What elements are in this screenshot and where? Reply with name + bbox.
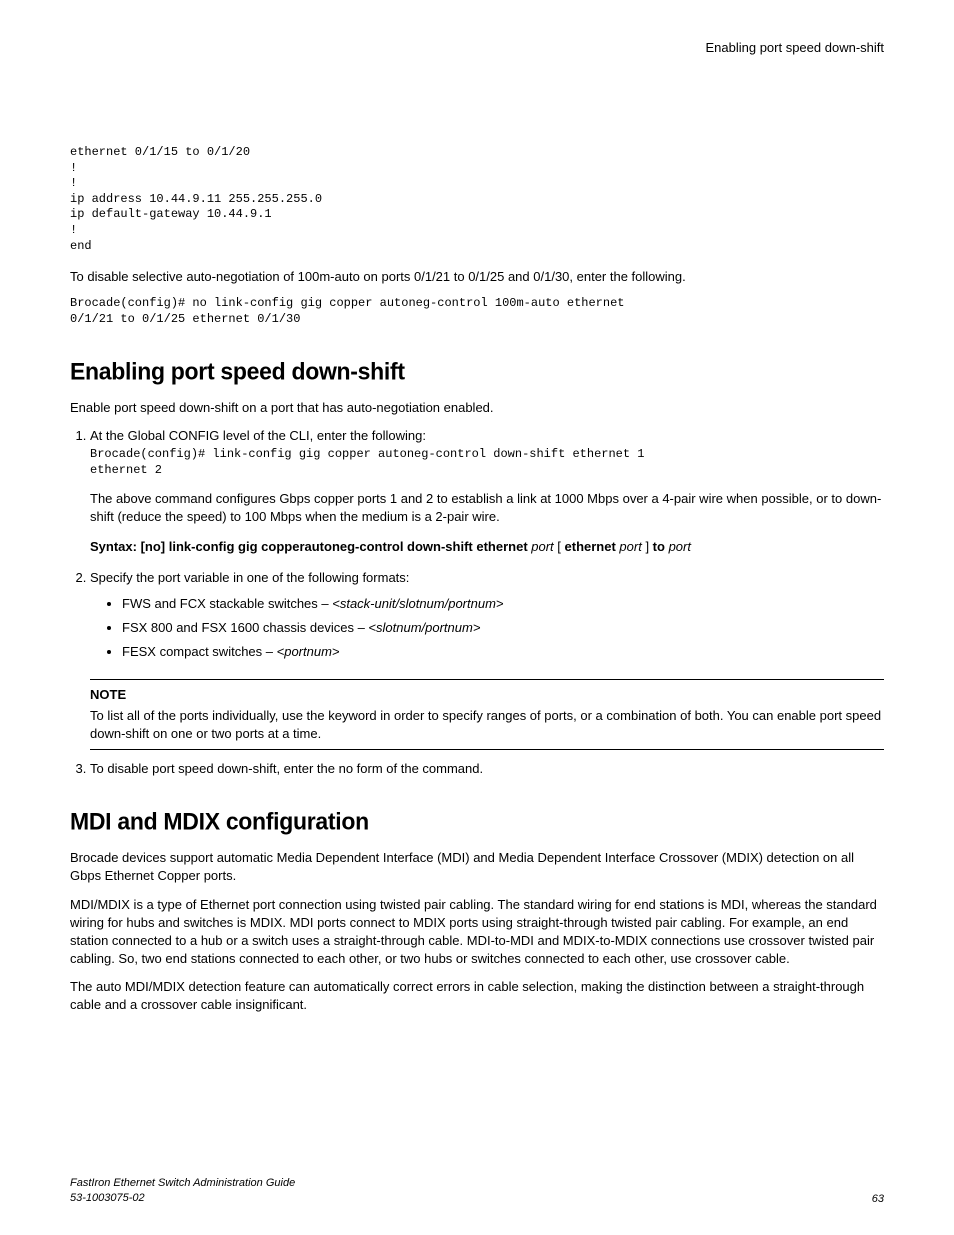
bullet-0-prefix: FWS and FCX stackable switches – (122, 596, 332, 611)
section2-para2: MDI/MDIX is a type of Ethernet port conn… (70, 896, 884, 969)
step-2: Specify the port variable in one of the … (90, 569, 884, 750)
syntax-ethernet: ethernet (565, 539, 620, 554)
note-label: NOTE (90, 686, 884, 704)
bullet-1: FSX 800 and FSX 1600 chassis devices – <… (122, 619, 884, 637)
heading-mdi-mdix: MDI and MDIX configuration (70, 807, 884, 835)
step-1: At the Global CONFIG level of the CLI, e… (90, 427, 884, 557)
bullet-0: FWS and FCX stackable switches – <stack-… (122, 595, 884, 613)
section1-intro: Enable port speed down-shift on a port t… (70, 399, 884, 417)
bullet-0-italic: <stack-unit/slotnum/portnum> (332, 596, 503, 611)
step-2-bullets: FWS and FCX stackable switches – <stack-… (90, 595, 884, 662)
step-1-code: Brocade(config)# link-config gig copper … (90, 447, 884, 478)
disable-para: To disable selective auto-negotiation of… (70, 268, 884, 286)
code-block-intro-1: ethernet 0/1/15 to 0/1/20 ! ! ip address… (70, 145, 884, 254)
syntax-port3: port (669, 539, 691, 554)
step-1-para: The above command configures Gbps copper… (90, 490, 884, 526)
bullet-2-prefix: FESX compact switches – (122, 644, 277, 659)
note-text: To list all of the ports individually, u… (90, 707, 884, 743)
syntax-port2: port (619, 539, 641, 554)
section2-para3: The auto MDI/MDIX detection feature can … (70, 978, 884, 1014)
footer-left: FastIron Ethernet Switch Administration … (70, 1176, 295, 1205)
footer-docnum: 53-1003075-02 (70, 1191, 295, 1205)
footer-guide: FastIron Ethernet Switch Administration … (70, 1176, 295, 1190)
step-1-syntax: Syntax: [no] link-config gig copperauton… (90, 538, 884, 556)
code-block-intro-2: Brocade(config)# no link-config gig copp… (70, 296, 884, 327)
step-3: To disable port speed down-shift, enter … (90, 760, 884, 778)
page: Enabling port speed down-shift ethernet … (0, 0, 954, 1235)
section2-para1: Brocade devices support automatic Media … (70, 849, 884, 885)
step-3-text: To disable port speed down-shift, enter … (90, 761, 483, 776)
syntax-port1: port (531, 539, 553, 554)
syntax-prefix: Syntax: [no] link-config gig copperauton… (90, 539, 531, 554)
step-1-text: At the Global CONFIG level of the CLI, e… (90, 428, 426, 443)
steps-list: At the Global CONFIG level of the CLI, e… (70, 427, 884, 778)
bullet-2-italic: <portnum> (277, 644, 340, 659)
syntax-bracket-close: ] (642, 539, 653, 554)
bullet-2: FESX compact switches – <portnum> (122, 643, 884, 661)
note-block: NOTE To list all of the ports individual… (90, 679, 884, 750)
syntax-bracket-open: [ (554, 539, 565, 554)
footer: FastIron Ethernet Switch Administration … (70, 1176, 884, 1205)
syntax-to: to (653, 539, 669, 554)
footer-page: 63 (872, 1193, 884, 1205)
bullet-1-italic: <slotnum/portnum> (368, 620, 480, 635)
running-header: Enabling port speed down-shift (70, 40, 884, 55)
heading-enabling-port-speed: Enabling port speed down-shift (70, 357, 884, 385)
bullet-1-prefix: FSX 800 and FSX 1600 chassis devices – (122, 620, 368, 635)
step-2-text: Specify the port variable in one of the … (90, 570, 409, 585)
